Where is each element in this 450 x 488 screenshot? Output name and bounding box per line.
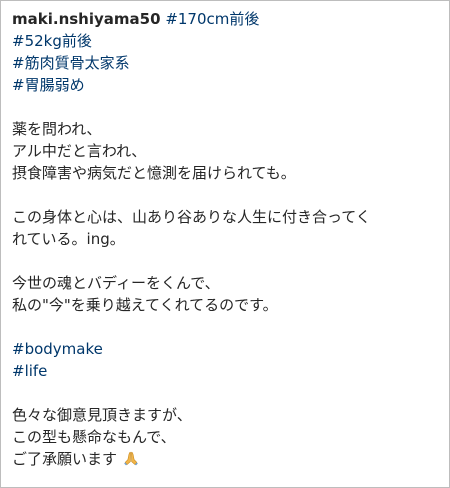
caption-text-line: 色々な御意見頂きますが、 xyxy=(12,406,192,424)
caption-text-line: この型も懸命なもんで、 xyxy=(12,428,176,446)
caption-text-line: 薬を問われ、 xyxy=(12,120,102,138)
caption-text-line: 私の"今"を乗り越えてくれてるのです。 xyxy=(12,296,278,314)
hashtag-link[interactable]: #胃腸弱め xyxy=(12,74,442,96)
caption-text: ご了承願います xyxy=(12,450,118,468)
caption-text-line: 摂食障害や病気だと憶測を届けられても。 xyxy=(12,164,296,182)
hashtag-link[interactable]: #bodymake xyxy=(12,338,442,360)
caption-header-line: maki.nshiyama50 #170cm前後 xyxy=(12,8,442,30)
caption-text-line: アル中だと言われ、 xyxy=(12,142,147,160)
hashtag-link[interactable]: #170cm前後 xyxy=(165,10,259,28)
caption-last-line: ご了承願います xyxy=(12,448,442,470)
username-link[interactable]: maki.nshiyama50 xyxy=(12,10,161,28)
caption-text-line: 今世の魂とバディーをくんで、 xyxy=(12,274,220,292)
caption-text-line: この身体と心は、山あり谷ありな人生に付き合ってく xyxy=(12,208,371,226)
hashtag-link[interactable]: #life xyxy=(12,360,442,382)
caption-text-line: れている。ing。 xyxy=(12,230,125,248)
caption: maki.nshiyama50 #170cm前後 #52kg前後 #筋肉質骨太家… xyxy=(12,8,442,470)
post-caption-panel: maki.nshiyama50 #170cm前後 #52kg前後 #筋肉質骨太家… xyxy=(0,0,450,488)
hashtag-link[interactable]: #筋肉質骨太家系 xyxy=(12,52,442,74)
hashtag-link[interactable]: #52kg前後 xyxy=(12,30,442,52)
folded-hands-icon xyxy=(123,451,138,466)
